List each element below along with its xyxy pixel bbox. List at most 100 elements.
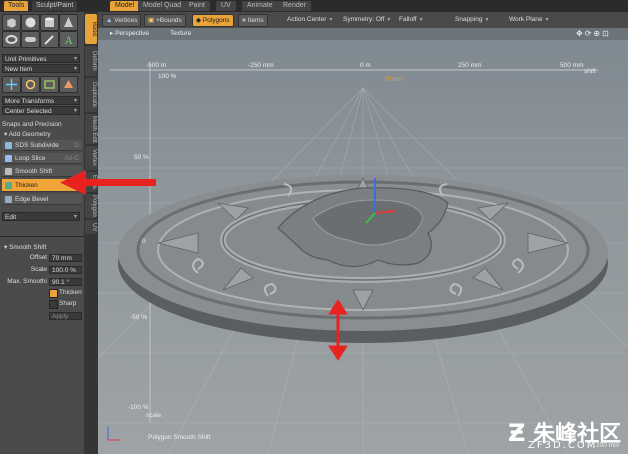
vertical-scale-label: scale: [146, 412, 162, 419]
thicken-checkbox[interactable]: [49, 289, 58, 298]
offset-field[interactable]: 70 mm: [49, 254, 82, 262]
bounds-icon: ▣: [148, 17, 156, 24]
cube-icon[interactable]: [2, 14, 21, 31]
bounds-button[interactable]: ▣ +Bounds: [144, 14, 186, 27]
smooth-shift-icon: [5, 168, 12, 175]
panel-divider: [0, 236, 84, 237]
tab-sculpt-paint[interactable]: Sculpt/Paint: [32, 1, 78, 11]
transform-icon[interactable]: [59, 76, 78, 93]
rotate-icon[interactable]: [21, 76, 40, 93]
tab-model-quad[interactable]: Model Quad: [138, 1, 187, 11]
side-tab-vertex[interactable]: Vertex: [85, 146, 97, 170]
polygons-button[interactable]: ◆ Polygons: [192, 14, 234, 27]
tab-paint[interactable]: Paint: [184, 1, 210, 11]
loop-slice-shortcut: Alt-C: [64, 155, 79, 162]
smooth-shift-properties-header: ▾ Smooth Shift: [2, 243, 84, 252]
apply-button[interactable]: Apply: [49, 312, 82, 320]
sphere-icon[interactable]: [21, 14, 40, 31]
snapping-dropdown[interactable]: Snapping: [452, 14, 492, 25]
sds-subdivide-button[interactable]: SDS Subdivide D: [2, 140, 82, 151]
side-tab-mesh-edit[interactable]: Mesh Edit: [85, 114, 97, 144]
sharp-checkbox[interactable]: [49, 300, 58, 309]
cylinder-icon[interactable]: [40, 14, 59, 31]
move-view-icon[interactable]: ✥: [576, 29, 585, 38]
polygon-icon: ◆: [196, 17, 203, 24]
action-center-dropdown[interactable]: Action Center: [284, 14, 335, 25]
side-tab-uv[interactable]: UV: [85, 220, 97, 234]
perspective-label: Perspective: [115, 30, 150, 37]
polygons-label: Polygons: [202, 17, 230, 24]
texture-shading-tab[interactable]: Texture: [162, 29, 199, 39]
perspective-view-tab[interactable]: ▸ Perspective: [102, 29, 157, 39]
vertical-tick: -100 %: [128, 404, 149, 411]
move-icon[interactable]: [2, 76, 21, 93]
annotation-arrow-left: [60, 170, 156, 195]
side-tab-deform[interactable]: Deform: [85, 46, 97, 76]
ruler-tick: 0 m: [360, 62, 371, 69]
ruler-scale-readout: 100 %: [158, 73, 177, 80]
ruler-tick: 250 mm: [458, 62, 482, 69]
cone-icon[interactable]: [59, 14, 78, 31]
loop-slice-label: Loop Slice: [15, 155, 46, 162]
tab-render[interactable]: Render: [278, 1, 311, 11]
tab-model[interactable]: Model: [110, 1, 140, 11]
svg-text:A: A: [64, 36, 73, 47]
vertex-icon: ▲: [106, 17, 115, 24]
ruler-tick: 500 mm: [560, 62, 584, 69]
thicken-checkbox-label: Thicken: [59, 289, 82, 296]
zoom-view-icon[interactable]: ⊕: [593, 29, 602, 38]
tab-uv[interactable]: UV: [216, 1, 236, 11]
viewport-scene: [98, 63, 628, 454]
side-tab-basic[interactable]: Basic: [85, 14, 97, 44]
symmetry-dropdown[interactable]: Symmetry: Off: [340, 14, 393, 25]
offset-label: Offset: [29, 254, 47, 261]
new-item-dropdown[interactable]: New Item: [2, 64, 80, 74]
maximize-view-icon[interactable]: ⊡: [602, 29, 611, 38]
subdivide-icon: [5, 142, 12, 149]
capsule-icon[interactable]: [21, 31, 40, 48]
sds-subdivide-label: SDS Subdivide: [15, 142, 59, 149]
text-icon[interactable]: A: [59, 31, 78, 48]
vertices-button[interactable]: ▲ Vertices: [102, 14, 142, 27]
tab-tools[interactable]: Tools: [4, 1, 29, 11]
more-transforms-dropdown[interactable]: More Transforms: [2, 96, 80, 106]
scale-field[interactable]: 100.0 %: [49, 266, 82, 274]
items-button[interactable]: ■ Items: [238, 14, 268, 27]
snaps-precision-header[interactable]: Snaps and Precision: [2, 120, 82, 129]
tab-animate[interactable]: Animate: [242, 1, 278, 11]
watermark-site: ZF3D.COM: [528, 440, 598, 451]
pen-icon[interactable]: [40, 31, 59, 48]
loop-slice-icon: [5, 155, 12, 162]
sds-subdivide-shortcut: D: [74, 142, 79, 149]
vertices-label: Vertices: [114, 17, 138, 24]
add-geometry-header[interactable]: ▾ Add Geometry: [2, 130, 84, 139]
viewport-controls[interactable]: ✥⟳⊕⊡: [576, 29, 611, 38]
torus-icon[interactable]: [2, 31, 21, 48]
watermark-logo-icon: Ƶ: [508, 419, 526, 447]
viewport-status: Polygon Smooth Shift: [148, 434, 211, 441]
center-selected-dropdown[interactable]: Center Selected: [2, 106, 80, 116]
tool-panel: A Unit Primitives New Item More Transfor…: [0, 12, 84, 454]
side-tab-duplicate[interactable]: Duplicate: [85, 78, 97, 112]
loop-slice-button[interactable]: Loop Slice Alt-C: [2, 153, 82, 164]
vertical-tick: 0: [142, 238, 146, 245]
axis-indicator-icon: [107, 426, 120, 441]
edge-bevel-label: Edge Bevel: [15, 196, 49, 203]
smooth-shift-label: Smooth Shift: [15, 168, 53, 175]
unit-primitives-dropdown[interactable]: Unit Primitives: [2, 54, 80, 64]
3d-viewport[interactable]: -500 m -250 mm 0 m 250 mm 500 mm 100 % 7…: [98, 28, 628, 454]
edge-bevel-icon: [5, 196, 12, 203]
ruler-tick: -250 mm: [248, 62, 274, 69]
falloff-dropdown[interactable]: Falloff: [396, 14, 426, 25]
scale-icon[interactable]: [40, 76, 59, 93]
properties-title: Smooth Shift: [9, 244, 47, 251]
thicken-label: Thicken: [15, 182, 38, 189]
add-geometry-label: Add Geometry: [8, 131, 51, 138]
work-plane-dropdown[interactable]: Work Plane: [506, 14, 552, 25]
ruler-tick: -500 m: [146, 62, 167, 69]
side-tab-strip: Basic Deform Duplicate Mesh Edit Vertex …: [84, 12, 98, 454]
max-smoothing-field[interactable]: 90.1 °: [49, 278, 82, 286]
side-tab-polygon[interactable]: Polygon: [85, 194, 97, 218]
edit-dropdown[interactable]: Edit: [2, 212, 80, 222]
items-label: Items: [247, 17, 264, 24]
